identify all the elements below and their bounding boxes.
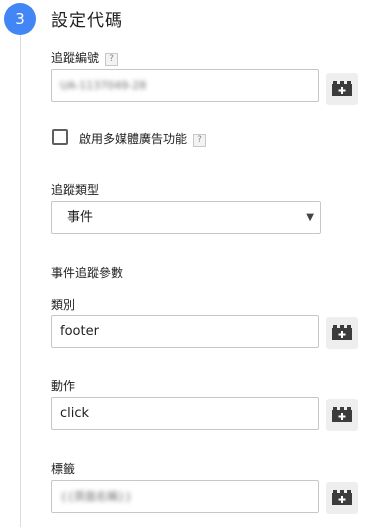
action-value: click — [60, 406, 90, 421]
variable-brick-icon — [332, 407, 352, 422]
event-label-input[interactable]: {{頁面名稱}} — [51, 480, 319, 513]
variable-brick-icon — [332, 81, 352, 96]
display-features-label: 啟用多媒體廣告功能? — [79, 130, 207, 147]
tracking-id-value: UA-1137049-28 — [60, 79, 147, 92]
track-type-label: 追蹤類型 — [51, 183, 100, 197]
step-number-badge: 3 — [4, 3, 36, 35]
display-features-checkbox[interactable] — [52, 129, 68, 145]
category-variable-button[interactable] — [326, 317, 358, 349]
display-features-label-text: 啟用多媒體廣告功能 — [79, 132, 188, 146]
tracking-id-input[interactable]: UA-1137049-28 — [51, 69, 319, 102]
category-value: footer — [60, 324, 99, 339]
action-label: 動作 — [51, 379, 76, 393]
event-params-heading: 事件追蹤參數 — [51, 266, 124, 280]
event-label-label: 標籤 — [51, 462, 76, 476]
dropdown-arrow-icon: ▼ — [306, 212, 314, 223]
step-title: 設定代碼 — [51, 11, 123, 31]
help-icon[interactable]: ? — [105, 53, 119, 66]
action-variable-button[interactable] — [326, 399, 358, 431]
step-connector-line — [20, 34, 21, 527]
variable-brick-icon — [332, 325, 352, 340]
track-type-selected-value: 事件 — [67, 210, 94, 225]
tracking-id-variable-button[interactable] — [326, 73, 358, 105]
event-label-variable-button[interactable] — [326, 482, 358, 514]
category-input[interactable]: footer — [51, 315, 319, 348]
tracking-id-label-text: 追蹤編號 — [51, 51, 100, 65]
event-label-value: {{頁面名稱}} — [60, 490, 132, 503]
action-input[interactable]: click — [51, 397, 319, 430]
category-label: 類別 — [51, 298, 76, 312]
tracking-id-label: 追蹤編號? — [51, 49, 119, 66]
variable-brick-icon — [332, 490, 352, 505]
help-icon[interactable]: ? — [193, 134, 207, 147]
track-type-select[interactable]: 事件 ▼ — [51, 201, 321, 234]
